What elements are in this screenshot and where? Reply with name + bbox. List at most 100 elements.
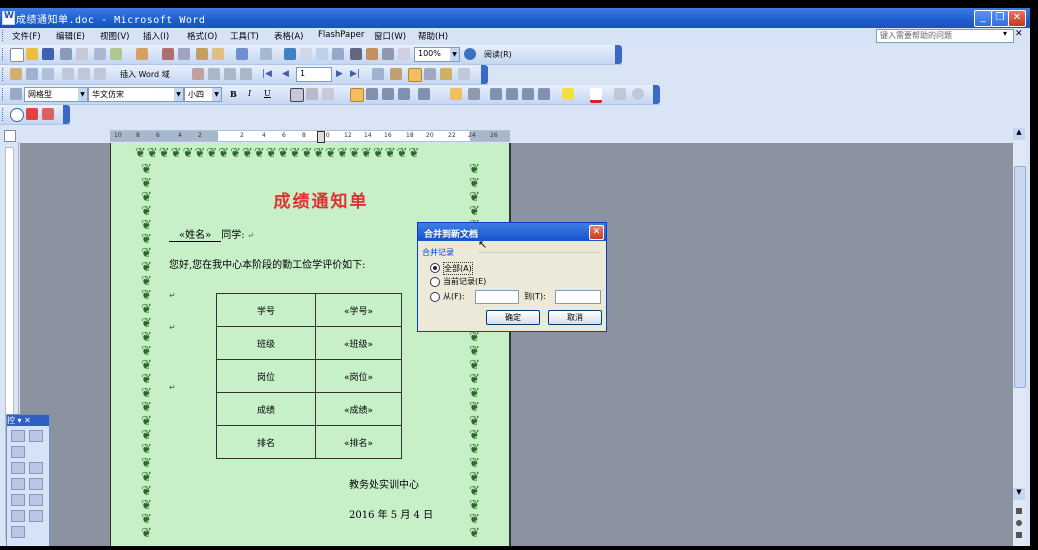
size-select[interactable]: 小四 ▼ [184, 87, 222, 102]
cut-icon[interactable] [162, 48, 174, 60]
indent-marker[interactable] [317, 131, 325, 143]
merge-to-email-icon[interactable] [440, 68, 452, 80]
scroll-down-icon[interactable]: ▼ [1013, 488, 1025, 500]
close-document-icon[interactable]: ✕ [1015, 29, 1023, 39]
toolbar-grip[interactable] [2, 88, 6, 101]
last-record-icon[interactable]: ▶| [350, 69, 360, 79]
toolbar-options-icon[interactable] [63, 105, 70, 124]
font-select[interactable]: 华文仿宋 ▼ [88, 87, 184, 102]
first-record-icon[interactable]: |◀ [262, 69, 272, 79]
table-cell-label[interactable]: 成绩 [216, 392, 316, 426]
enclose-characters-icon[interactable] [632, 88, 644, 100]
combobox-control-icon[interactable] [29, 494, 43, 506]
insert-address-block-icon[interactable] [62, 68, 74, 80]
character-shading-icon[interactable] [306, 88, 318, 100]
research-icon[interactable] [136, 48, 148, 60]
spin-control-icon[interactable] [29, 510, 43, 522]
help-icon[interactable] [464, 48, 476, 60]
radio-current-record-label[interactable]: 当前记录(E) [443, 276, 486, 287]
radio-all[interactable] [430, 263, 440, 273]
table-cell-field[interactable]: «排名» [315, 425, 402, 459]
decrease-indent-icon[interactable] [522, 88, 534, 100]
font-color-icon[interactable] [590, 88, 602, 103]
from-input[interactable] [475, 290, 519, 304]
menu-window[interactable]: 窗口(W) [374, 30, 406, 42]
underline-button[interactable]: U [264, 89, 271, 98]
align-left-icon[interactable] [350, 88, 364, 102]
name-merge-field[interactable]: «姓名» [169, 230, 222, 242]
zoom-dropdown-icon[interactable]: ▼ [450, 48, 459, 61]
ok-button[interactable]: 确定 [486, 310, 540, 325]
properties-icon[interactable] [29, 430, 43, 442]
view-code-icon[interactable] [11, 446, 25, 458]
table-cell-field[interactable]: «学号» [315, 293, 402, 327]
phonetic-guide-icon[interactable] [614, 88, 626, 100]
form-red-2-icon[interactable] [42, 108, 54, 120]
italic-button[interactable]: I [248, 89, 251, 98]
menu-edit[interactable]: 编辑(E) [56, 30, 85, 42]
style-dropdown-icon[interactable]: ▼ [78, 88, 87, 101]
label-control-icon[interactable] [11, 526, 25, 538]
insert-excel-icon[interactable] [332, 48, 344, 60]
table-cell-field[interactable]: «成绩» [315, 392, 402, 426]
toolbar-grip[interactable] [2, 108, 6, 121]
merge-to-printer-icon[interactable] [424, 68, 436, 80]
next-page-icon[interactable] [1016, 532, 1022, 538]
redo-icon[interactable] [260, 48, 272, 60]
show-hide-icon[interactable] [398, 48, 410, 60]
justify-icon[interactable] [398, 88, 410, 100]
scroll-up-icon[interactable]: ▲ [1013, 128, 1025, 140]
highlight-icon[interactable] [562, 88, 574, 100]
size-dropdown-icon[interactable]: ▼ [212, 88, 221, 101]
textbox-control-icon[interactable] [29, 462, 43, 474]
print-preview-icon[interactable] [94, 48, 106, 60]
menu-table[interactable]: 表格(A) [274, 30, 303, 42]
find-entry-icon[interactable] [372, 68, 384, 80]
hyperlink-icon[interactable] [284, 48, 296, 60]
table-cell-label[interactable]: 岗位 [216, 359, 316, 393]
option-button-icon[interactable] [29, 478, 43, 490]
toolbar-options-icon[interactable] [653, 85, 660, 104]
bold-button[interactable]: B [230, 89, 237, 99]
word-app-icon[interactable] [2, 11, 15, 25]
tab-selector[interactable] [4, 130, 16, 142]
save-icon[interactable] [42, 48, 54, 60]
match-fields-icon[interactable] [224, 68, 236, 80]
rtl-icon[interactable] [468, 88, 480, 100]
design-mode-icon[interactable] [11, 430, 25, 442]
insert-greeting-icon[interactable] [78, 68, 90, 80]
menu-grip[interactable] [2, 30, 6, 41]
select-browse-object-icon[interactable] [1016, 520, 1022, 526]
toggle-control-icon[interactable] [11, 510, 25, 522]
format-painter-icon[interactable] [212, 48, 224, 60]
horizontal-ruler[interactable]: 10 8 6 4 2 2 4 6 8 10 12 14 16 18 20 22 … [110, 130, 510, 143]
toolbar-options-icon[interactable] [481, 65, 488, 84]
text-direction-icon[interactable] [450, 88, 462, 100]
undo-icon[interactable] [236, 48, 248, 60]
tables-borders-icon[interactable] [300, 48, 312, 60]
radio-all-label[interactable]: 全部(A) [443, 262, 473, 275]
toolbar-grip[interactable] [2, 68, 6, 81]
open-data-source-icon[interactable] [26, 68, 38, 80]
help-dropdown-icon[interactable]: ▾ [1003, 29, 1007, 38]
table-cell-field[interactable]: «岗位» [315, 359, 402, 393]
insert-word-field-button[interactable]: 插入 Word 域 [120, 69, 170, 80]
scroll-thumb[interactable] [1014, 166, 1026, 388]
paste-icon[interactable] [196, 48, 208, 60]
copy-icon[interactable] [178, 48, 190, 60]
permission-icon[interactable] [60, 48, 72, 60]
menu-tools[interactable]: 工具(T) [230, 30, 259, 42]
minimize-button[interactable]: _ [974, 10, 992, 27]
table-cell-label[interactable]: 学号 [216, 293, 316, 327]
print-icon[interactable] [76, 48, 88, 60]
toolbar-grip[interactable] [2, 48, 6, 61]
highlight-fields-icon[interactable] [208, 68, 220, 80]
propagate-labels-icon[interactable] [240, 68, 252, 80]
align-right-icon[interactable] [382, 88, 394, 100]
cancel-button[interactable]: 取消 [548, 310, 602, 325]
main-document-setup-icon[interactable] [10, 68, 22, 80]
style-select[interactable]: 网格型 ▼ [24, 87, 88, 102]
recipients-icon[interactable] [42, 68, 54, 80]
styles-pane-icon[interactable] [10, 88, 22, 100]
clock-icon[interactable] [10, 108, 24, 122]
